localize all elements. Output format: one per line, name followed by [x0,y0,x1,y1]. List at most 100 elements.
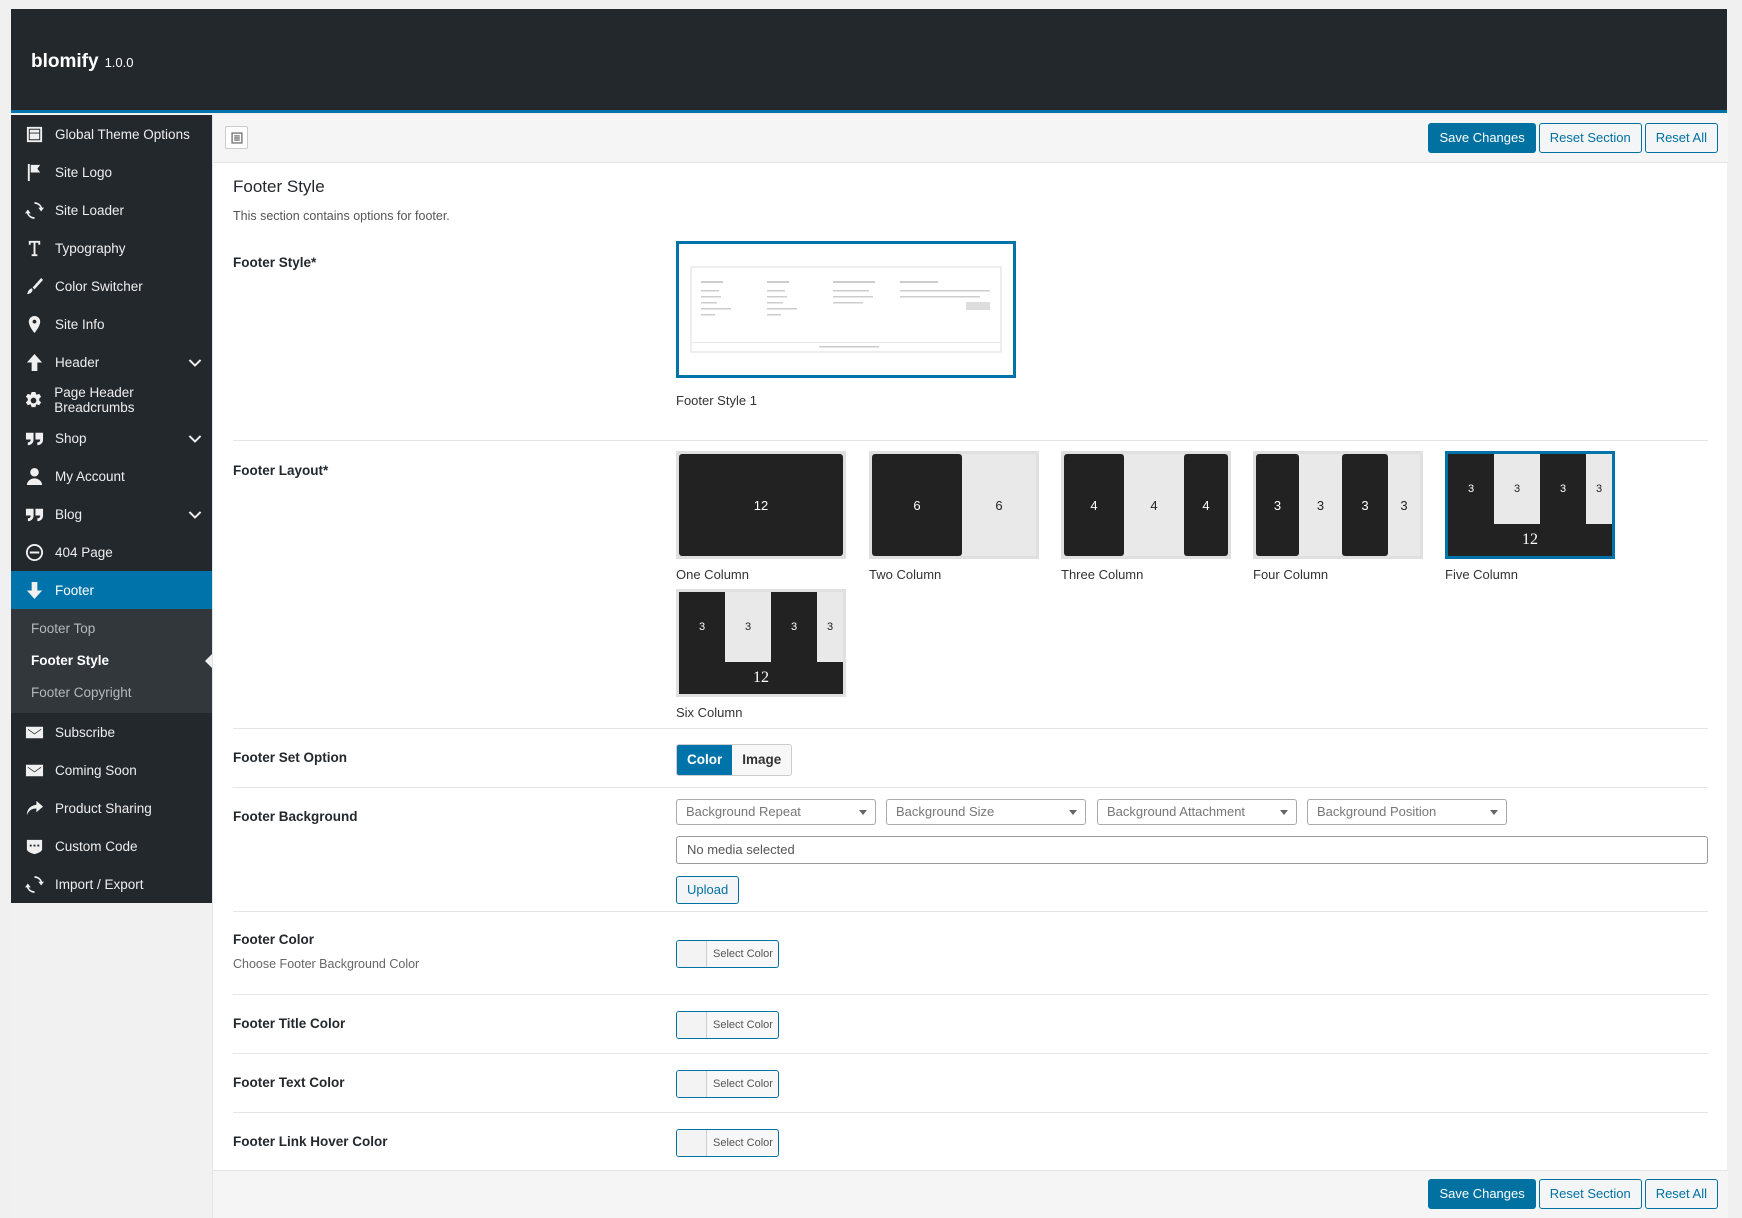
footer-style-caption: Footer Style 1 [676,393,757,408]
layout-three-column[interactable]: 4 4 4 [1061,451,1231,559]
submenu-item-footer-copyright[interactable]: Footer Copyright [11,677,212,709]
background-repeat-select[interactable]: Background Repeat [676,799,876,825]
field-label: Footer Title Color [233,1016,346,1031]
layout-two-column[interactable]: 6 6 [869,451,1039,559]
envelope-icon [23,759,45,781]
chevron-down-icon[interactable] [188,355,202,369]
sidebar-item-404-page[interactable]: 404 Page [11,533,212,571]
option-image-button[interactable]: Image [732,745,792,775]
field-footer-title-color: Footer Title Color Select Color [233,995,1708,1054]
sidebar-item-label: 404 Page [55,544,113,560]
color-swatch [677,941,707,967]
background-attachment-select[interactable]: Background Attachment [1097,799,1297,825]
sidebar-item-shop[interactable]: Shop [11,419,212,457]
sidebar-item-label: Product Sharing [55,800,152,816]
layout-caption: Six Column [676,705,743,720]
field-footer-color: Footer Color Choose Footer Background Co… [233,912,1708,995]
brand-name: blomify [31,51,99,72]
expand-options-button[interactable] [225,126,248,149]
field-footer-link-hover-color: Footer Link Hover Color Select Color [233,1113,1708,1172]
sidebar-item-label: Color Switcher [55,278,143,294]
upload-button[interactable]: Upload [676,876,740,904]
minus-circle-icon [23,541,45,563]
section-description: This section contains options for footer… [233,209,450,223]
sidebar-item-global-theme-options[interactable]: Global Theme Options [11,115,212,153]
reset-section-button[interactable]: Reset Section [1538,123,1642,153]
layout-top-cols: 3 3 3 3 [679,592,843,662]
sidebar-item-header[interactable]: Header [11,343,212,381]
sidebar-item-label: Footer [55,582,95,598]
field-footer-layout: Footer Layout* 12 One Column 6 6 Two Col… [233,441,1708,729]
toolbar-buttons: Save Changes Reset Section Reset All [1428,1179,1718,1209]
layout-col: 3 [817,592,843,662]
toolbar-buttons: Save Changes Reset Section Reset All [1428,123,1718,153]
panel-icon [230,131,243,144]
select-color-label: Select Color [713,1137,773,1149]
sidebar-item-coming-soon[interactable]: Coming Soon [11,751,212,789]
sidebar-item-color-switcher[interactable]: Color Switcher [11,267,212,305]
brand-version: 1.0.0 [104,55,134,70]
sidebar-item-label: Page Header Breadcrumbs [54,385,135,415]
field-label: Footer Link Hover Color [233,1134,388,1149]
footer-title-color-picker[interactable]: Select Color [676,1011,779,1039]
submenu-item-footer-top[interactable]: Footer Top [11,613,212,645]
layout-col: 3 [1342,454,1388,556]
flag-icon [23,161,45,183]
gear-icon [23,389,44,411]
arrow-up-icon [23,351,45,373]
save-changes-button[interactable]: Save Changes [1428,123,1536,153]
background-position-select[interactable]: Background Position [1307,799,1507,825]
sidebar-item-label: Site Loader [55,202,125,218]
footer-style-preview-image [690,266,1002,353]
footer-color-picker[interactable]: Select Color [676,940,779,968]
sidebar-item-label: Header [55,354,100,370]
chevron-down-icon[interactable] [188,507,202,521]
media-field[interactable]: No media selected [676,836,1708,864]
option-color-button[interactable]: Color [677,745,733,775]
sidebar-item-site-logo[interactable]: Site Logo [11,153,212,191]
reset-all-button[interactable]: Reset All [1644,123,1718,153]
layout-four-column[interactable]: 3 3 3 3 [1253,451,1423,559]
layout-col: 12 [679,662,843,694]
field-footer-text-color: Footer Text Color Select Color [233,1054,1708,1113]
footer-link-hover-color-picker[interactable]: Select Color [676,1129,779,1157]
chevron-down-icon[interactable] [188,431,202,445]
sidebar-item-page-header-breadcrumbs[interactable]: Page Header Breadcrumbs [11,381,212,419]
sidebar-item-custom-code[interactable]: Custom Code [11,827,212,865]
sidebar-item-import-export[interactable]: Import / Export [11,865,212,903]
sidebar-item-label: Coming Soon [55,762,137,778]
dropdown-arrow-icon [1069,810,1077,815]
layout-icon [23,123,45,145]
reset-section-button[interactable]: Reset Section [1538,1179,1642,1209]
brush-icon [23,275,45,297]
submenu-item-footer-style[interactable]: Footer Style [11,645,212,677]
app-frame: blomify 1.0.0 Global Theme Options Site L… [11,9,1728,1218]
reset-all-button[interactable]: Reset All [1644,1179,1718,1209]
sidebar-item-blog[interactable]: Blog [11,495,212,533]
layout-five-column[interactable]: 3 3 3 3 12 [1445,451,1615,559]
sidebar-item-my-account[interactable]: My Account [11,457,212,495]
sidebar-item-footer[interactable]: Footer [11,571,212,609]
sidebar-item-site-loader[interactable]: Site Loader [11,191,212,229]
save-changes-button[interactable]: Save Changes [1428,1179,1536,1209]
layout-one-column[interactable]: 12 [676,451,846,559]
layout-col: 4 [1064,454,1124,556]
select-color-label: Select Color [713,1019,773,1031]
select-value: Background Size [896,804,995,819]
color-swatch [677,1130,707,1156]
background-size-select[interactable]: Background Size [886,799,1086,825]
sidebar-item-product-sharing[interactable]: Product Sharing [11,789,212,827]
sidebar-item-label: Global Theme Options [55,126,190,142]
sidebar-item-subscribe[interactable]: Subscribe [11,713,212,751]
sidebar-item-typography[interactable]: Typography [11,229,212,267]
footer-text-color-picker[interactable]: Select Color [676,1070,779,1098]
share-icon [23,797,45,819]
layout-col: 3 [1388,454,1420,556]
sidebar-item-site-info[interactable]: Site Info [11,305,212,343]
footer-set-option-toggle: Color Image [676,744,793,776]
footer-style-1-option[interactable] [676,241,1016,378]
layout-col: 3 [1540,454,1586,524]
layout-six-column[interactable]: 3 3 3 3 12 [676,589,846,697]
refresh-icon [23,199,45,221]
select-color-label: Select Color [713,1078,773,1090]
